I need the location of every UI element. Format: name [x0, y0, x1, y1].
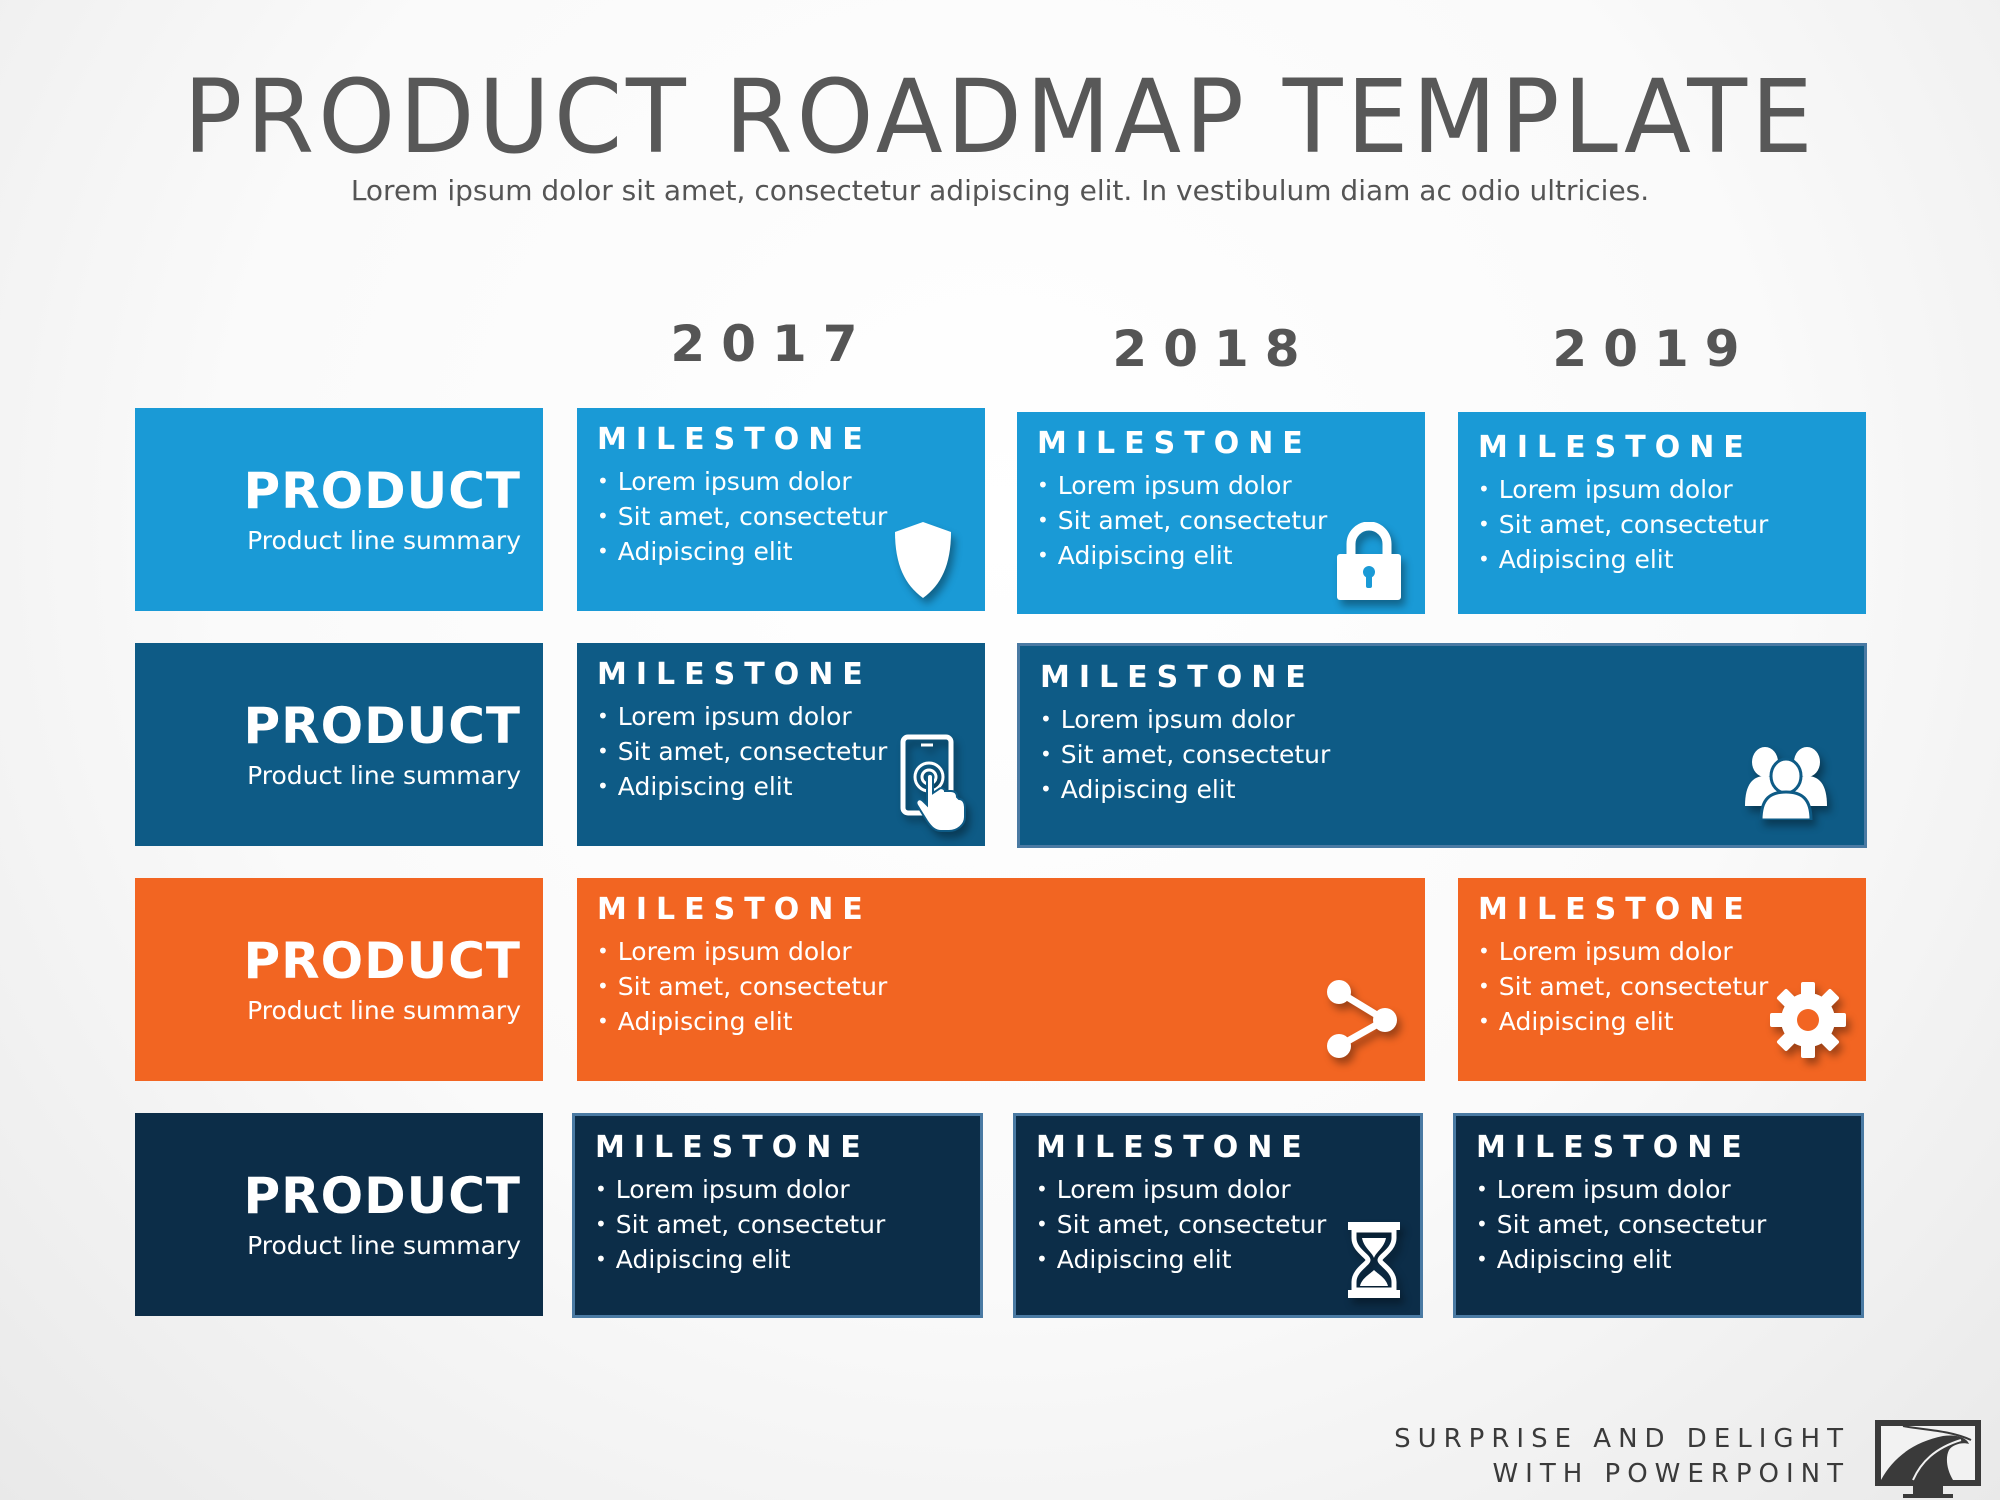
- bullet-item: Sit amet, consectetur: [597, 734, 887, 769]
- bullet-item: Lorem ipsum dolor: [1478, 472, 1768, 507]
- product-summary: Product line summary: [247, 1231, 521, 1260]
- product-summary: Product line summary: [247, 996, 521, 1025]
- milestone-card: MILESTONE Lorem ipsum dolor Sit amet, co…: [1453, 1113, 1864, 1318]
- milestone-bullets: Lorem ipsum dolor Sit amet, consectetur …: [595, 1172, 885, 1277]
- bullet-item: Lorem ipsum dolor: [1040, 702, 1330, 737]
- bullet-item: Adipiscing elit: [1478, 542, 1768, 577]
- footer-line-1: SURPRISE AND DELIGHT: [1394, 1424, 1850, 1454]
- product-row-3: PRODUCT Product line summary: [135, 878, 543, 1081]
- milestone-bullets: Lorem ipsum dolor Sit amet, consectetur …: [597, 699, 887, 804]
- bullet-item: Sit amet, consectetur: [597, 499, 887, 534]
- milestone-card: MILESTONE Lorem ipsum dolor Sit amet, co…: [1458, 878, 1866, 1081]
- bullet-item: Adipiscing elit: [1036, 1242, 1326, 1277]
- milestone-bullets: Lorem ipsum dolor Sit amet, consectetur …: [1040, 702, 1330, 807]
- product-row-1: PRODUCT Product line summary: [135, 408, 543, 611]
- bullet-item: Adipiscing elit: [595, 1242, 885, 1277]
- bullet-item: Sit amet, consectetur: [1476, 1207, 1766, 1242]
- bullet-item: Adipiscing elit: [597, 769, 887, 804]
- shield-icon: [895, 522, 951, 598]
- milestone-title: MILESTONE: [1040, 660, 1315, 695]
- milestone-card: MILESTONE Lorem ipsum dolor Sit amet, co…: [577, 408, 985, 611]
- product-row-2: PRODUCT Product line summary: [135, 643, 543, 846]
- bullet-item: Lorem ipsum dolor: [1476, 1172, 1766, 1207]
- page-title: PRODUCT ROADMAP TEMPLATE: [183, 58, 1817, 177]
- bullet-item: Sit amet, consectetur: [1478, 969, 1768, 1004]
- road-monitor-icon: [1875, 1420, 1981, 1498]
- milestone-bullets: Lorem ipsum dolor Sit amet, consectetur …: [597, 464, 887, 569]
- lock-icon: [1337, 522, 1401, 600]
- bullet-item: Lorem ipsum dolor: [1037, 468, 1327, 503]
- bullet-item: Sit amet, consectetur: [597, 969, 887, 1004]
- hourglass-icon: [1348, 1222, 1400, 1298]
- touch-phone-icon: [900, 734, 966, 832]
- milestone-card: MILESTONE Lorem ipsum dolor Sit amet, co…: [1458, 412, 1866, 614]
- milestone-title: MILESTONE: [1037, 426, 1312, 461]
- gear-icon: [1770, 982, 1846, 1058]
- milestone-title: MILESTONE: [597, 657, 872, 692]
- bullet-item: Sit amet, consectetur: [1478, 507, 1768, 542]
- product-summary: Product line summary: [247, 761, 521, 790]
- milestone-card-wide: MILESTONE Lorem ipsum dolor Sit amet, co…: [1017, 643, 1867, 848]
- product-name: PRODUCT: [243, 932, 521, 990]
- milestone-title: MILESTONE: [597, 422, 872, 457]
- product-name: PRODUCT: [243, 1167, 521, 1225]
- users-icon: [1745, 747, 1827, 820]
- bullet-item: Sit amet, consectetur: [1037, 503, 1327, 538]
- milestone-bullets: Lorem ipsum dolor Sit amet, consectetur …: [597, 934, 887, 1039]
- bullet-item: Adipiscing elit: [597, 534, 887, 569]
- milestone-title: MILESTONE: [597, 892, 872, 927]
- milestone-title: MILESTONE: [1036, 1130, 1311, 1165]
- bullet-item: Adipiscing elit: [1040, 772, 1330, 807]
- bullet-item: Lorem ipsum dolor: [595, 1172, 885, 1207]
- page-subtitle: Lorem ipsum dolor sit amet, consectetur …: [350, 174, 1650, 207]
- product-summary: Product line summary: [247, 526, 521, 555]
- milestone-title: MILESTONE: [1478, 430, 1753, 465]
- bullet-item: Sit amet, consectetur: [1036, 1207, 1326, 1242]
- milestone-bullets: Lorem ipsum dolor Sit amet, consectetur …: [1478, 472, 1768, 577]
- milestone-bullets: Lorem ipsum dolor Sit amet, consectetur …: [1476, 1172, 1766, 1277]
- bullet-item: Adipiscing elit: [597, 1004, 887, 1039]
- milestone-card: MILESTONE Lorem ipsum dolor Sit amet, co…: [1017, 412, 1425, 614]
- bullet-item: Lorem ipsum dolor: [1478, 934, 1768, 969]
- share-icon: [1327, 980, 1397, 1058]
- bullet-item: Lorem ipsum dolor: [597, 464, 887, 499]
- bullet-item: Sit amet, consectetur: [595, 1207, 885, 1242]
- bullet-item: Lorem ipsum dolor: [597, 934, 887, 969]
- milestone-title: MILESTONE: [595, 1130, 870, 1165]
- year-label-2017: 2017: [670, 315, 874, 373]
- bullet-item: Lorem ipsum dolor: [597, 699, 887, 734]
- milestone-card: MILESTONE Lorem ipsum dolor Sit amet, co…: [1013, 1113, 1423, 1318]
- product-name: PRODUCT: [243, 462, 521, 520]
- milestone-card: MILESTONE Lorem ipsum dolor Sit amet, co…: [572, 1113, 983, 1318]
- product-name: PRODUCT: [243, 697, 521, 755]
- milestone-bullets: Lorem ipsum dolor Sit amet, consectetur …: [1478, 934, 1768, 1039]
- milestone-bullets: Lorem ipsum dolor Sit amet, consectetur …: [1036, 1172, 1326, 1277]
- bullet-item: Adipiscing elit: [1037, 538, 1327, 573]
- bullet-item: Adipiscing elit: [1478, 1004, 1768, 1039]
- year-label-2018: 2018: [1112, 320, 1316, 378]
- milestone-title: MILESTONE: [1478, 892, 1753, 927]
- bullet-item: Lorem ipsum dolor: [1036, 1172, 1326, 1207]
- footer-tagline: SURPRISE AND DELIGHT WITH POWERPOINT: [1394, 1422, 1850, 1492]
- milestone-title: MILESTONE: [1476, 1130, 1751, 1165]
- milestone-card: MILESTONE Lorem ipsum dolor Sit amet, co…: [577, 643, 985, 846]
- milestone-card-wide: MILESTONE Lorem ipsum dolor Sit amet, co…: [577, 878, 1425, 1081]
- bullet-item: Sit amet, consectetur: [1040, 737, 1330, 772]
- milestone-bullets: Lorem ipsum dolor Sit amet, consectetur …: [1037, 468, 1327, 573]
- year-label-2019: 2019: [1552, 320, 1756, 378]
- product-row-4: PRODUCT Product line summary: [135, 1113, 543, 1316]
- bullet-item: Adipiscing elit: [1476, 1242, 1766, 1277]
- footer-line-2: WITH POWERPOINT: [1492, 1459, 1850, 1489]
